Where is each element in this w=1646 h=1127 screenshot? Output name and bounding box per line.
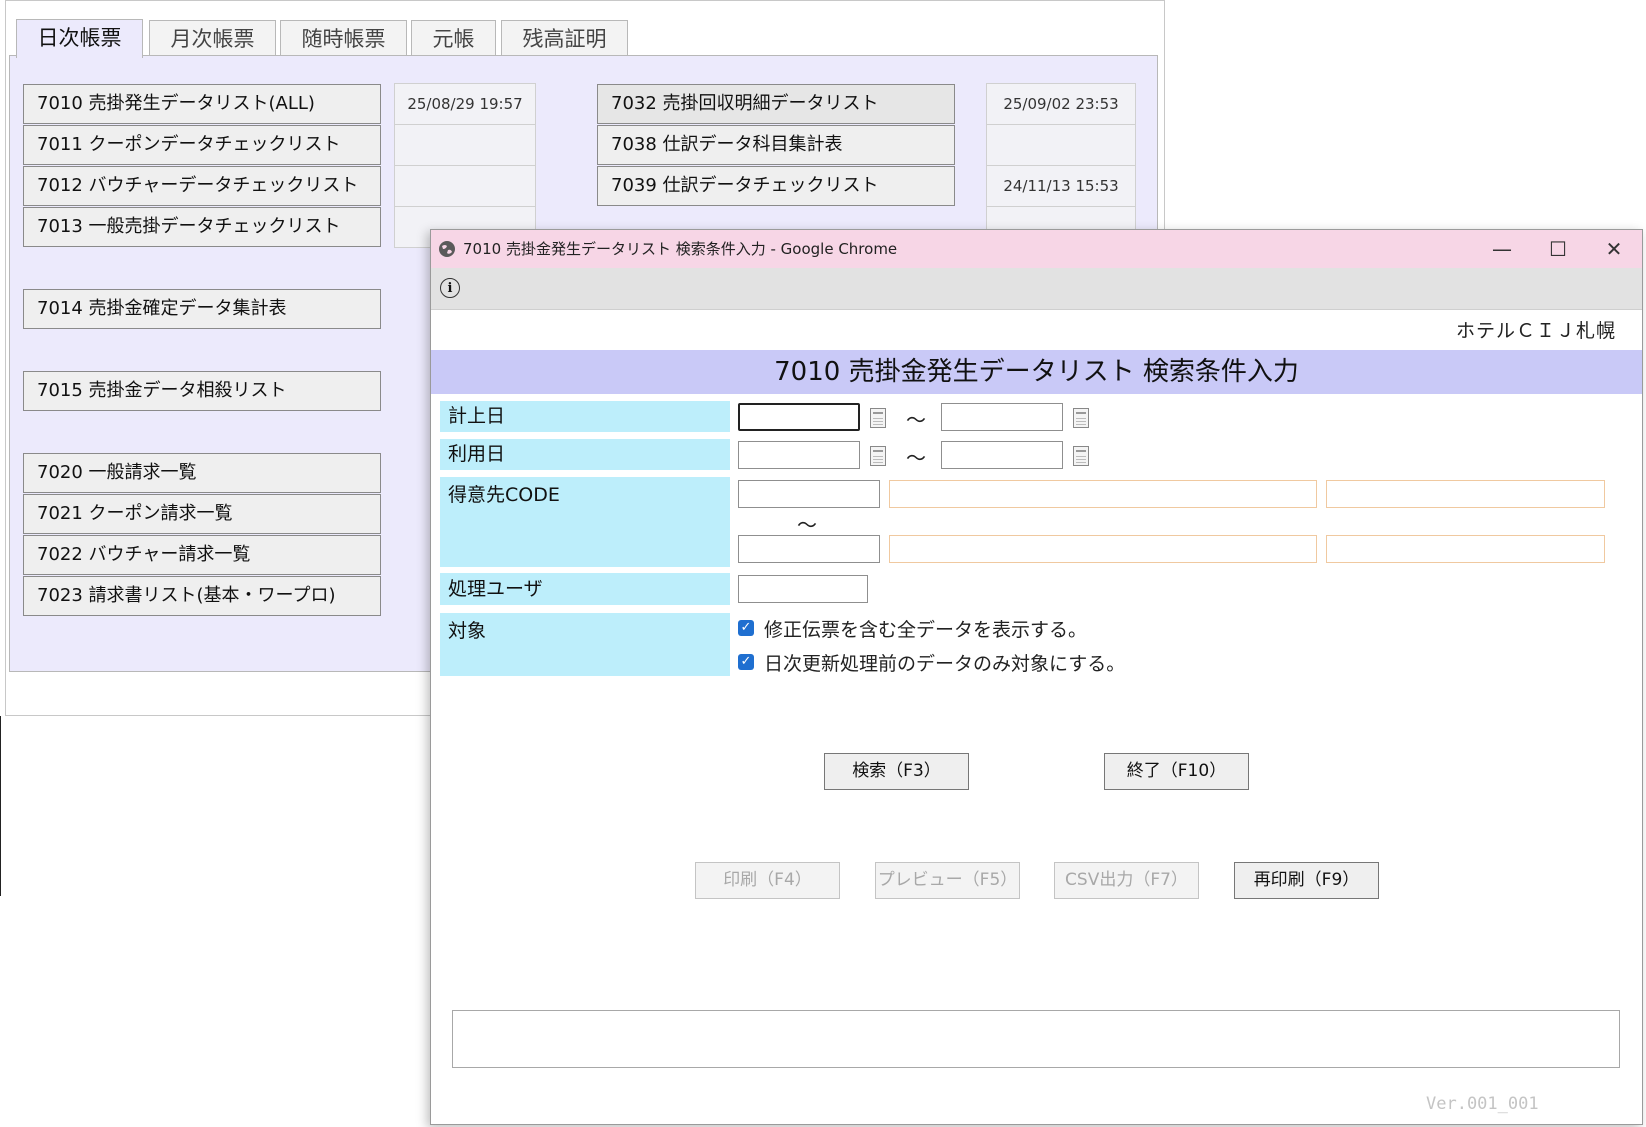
customer-code-to-input[interactable] xyxy=(738,535,880,563)
tab-ledger[interactable]: 元帳 xyxy=(411,20,496,57)
riyo-date-from-input[interactable] xyxy=(738,441,860,469)
range-separator: ～ xyxy=(906,446,926,470)
report-button-7011[interactable]: 7011 クーポンデータチェックリスト xyxy=(23,125,381,165)
customer-name-to-field xyxy=(889,535,1317,563)
report-button-7014[interactable]: 7014 売掛金確定データ集計表 xyxy=(23,289,381,329)
preview-button[interactable]: プレビュー（F5） xyxy=(875,862,1020,899)
include-corrections-checkbox[interactable]: ✓ xyxy=(738,620,754,636)
report-timestamp xyxy=(394,124,536,166)
process-user-input[interactable] xyxy=(738,575,868,603)
close-icon[interactable]: ✕ xyxy=(1586,230,1642,268)
report-button-7023[interactable]: 7023 請求書リスト(基本・ワープロ) xyxy=(23,576,381,616)
window-edge-divider xyxy=(0,716,1,896)
report-button-7013[interactable]: 7013 一般売掛データチェックリスト xyxy=(23,207,381,247)
tab-monthly-reports[interactable]: 月次帳票 xyxy=(149,20,276,57)
target-label: 対象 xyxy=(440,613,730,676)
keijo-date-to-input[interactable] xyxy=(941,403,1063,431)
process-user-label: 処理ユーザ xyxy=(440,573,730,605)
report-button-7038[interactable]: 7038 仕訳データ科目集計表 xyxy=(597,125,955,165)
window-titlebar[interactable]: 7010 売掛金発生データリスト 検索条件入力 - Google Chrome … xyxy=(431,230,1642,268)
range-separator: ～ xyxy=(797,513,817,537)
info-icon[interactable]: i xyxy=(440,278,460,298)
pre-daily-update-only-label: 日次更新処理前のデータのみ対象にする。 xyxy=(764,653,1126,675)
report-timestamp: 25/09/02 23:53 xyxy=(986,83,1136,125)
tab-adhoc-reports[interactable]: 随時帳票 xyxy=(280,20,407,57)
customer-name-from-field xyxy=(889,480,1317,508)
reprint-button[interactable]: 再印刷（F9） xyxy=(1234,862,1379,899)
customer-code-from-input[interactable] xyxy=(738,480,880,508)
csv-export-button[interactable]: CSV出力（F7） xyxy=(1054,862,1199,899)
report-button-7015[interactable]: 7015 売掛金データ相殺リスト xyxy=(23,371,381,411)
report-timestamp xyxy=(986,124,1136,166)
customer-code-label: 得意先CODE xyxy=(440,477,730,567)
page-title: 7010 売掛金発生データリスト 検索条件入力 xyxy=(431,350,1642,394)
range-separator: ～ xyxy=(906,408,926,432)
calendar-icon[interactable] xyxy=(870,408,886,428)
report-timestamp xyxy=(394,165,536,207)
include-corrections-label: 修正伝票を含む全データを表示する。 xyxy=(764,619,1088,641)
calendar-icon[interactable] xyxy=(870,446,886,466)
window-title: 7010 売掛金発生データリスト 検索条件入力 - Google Chrome xyxy=(463,240,898,258)
customer-extra-to-field xyxy=(1326,535,1605,563)
report-button-7022[interactable]: 7022 バウチャー請求一覧 xyxy=(23,535,381,575)
report-button-7010[interactable]: 7010 売掛発生データリスト(ALL) xyxy=(23,84,381,124)
report-timestamp: 24/11/13 15:53 xyxy=(986,165,1136,207)
hotel-name: ホテルＣＩＪ札幌 xyxy=(1455,320,1616,342)
search-criteria-popup-window: 7010 売掛金発生データリスト 検索条件入力 - Google Chrome … xyxy=(430,229,1643,1125)
riyo-date-label: 利用日 xyxy=(440,439,730,470)
browser-info-bar: i xyxy=(431,268,1642,310)
report-button-7020[interactable]: 7020 一般請求一覧 xyxy=(23,453,381,493)
calendar-icon[interactable] xyxy=(1073,446,1089,466)
keijo-date-from-input[interactable] xyxy=(738,403,860,431)
report-button-7032[interactable]: 7032 売掛回収明細データリスト xyxy=(597,84,955,124)
tab-balance-certificate[interactable]: 残高証明 xyxy=(501,20,628,57)
maximize-icon[interactable]: ☐ xyxy=(1530,230,1586,268)
tab-daily-reports[interactable]: 日次帳票 xyxy=(16,19,143,58)
report-button-7021[interactable]: 7021 クーポン請求一覧 xyxy=(23,494,381,534)
version-label: Ver.001_001 xyxy=(1426,1094,1539,1114)
message-area xyxy=(452,1010,1620,1068)
keijo-date-label: 計上日 xyxy=(440,401,730,432)
customer-extra-from-field xyxy=(1326,480,1605,508)
pre-daily-update-only-checkbox[interactable]: ✓ xyxy=(738,654,754,670)
globe-icon xyxy=(439,241,455,257)
riyo-date-to-input[interactable] xyxy=(941,441,1063,469)
exit-button[interactable]: 終了（F10） xyxy=(1104,753,1249,790)
search-button[interactable]: 検索（F3） xyxy=(824,753,969,790)
report-button-7039[interactable]: 7039 仕訳データチェックリスト xyxy=(597,166,955,206)
report-timestamp: 25/08/29 19:57 xyxy=(394,83,536,125)
minimize-icon[interactable]: — xyxy=(1474,230,1530,268)
report-button-7012[interactable]: 7012 バウチャーデータチェックリスト xyxy=(23,166,381,206)
calendar-icon[interactable] xyxy=(1073,408,1089,428)
print-button[interactable]: 印刷（F4） xyxy=(695,862,840,899)
